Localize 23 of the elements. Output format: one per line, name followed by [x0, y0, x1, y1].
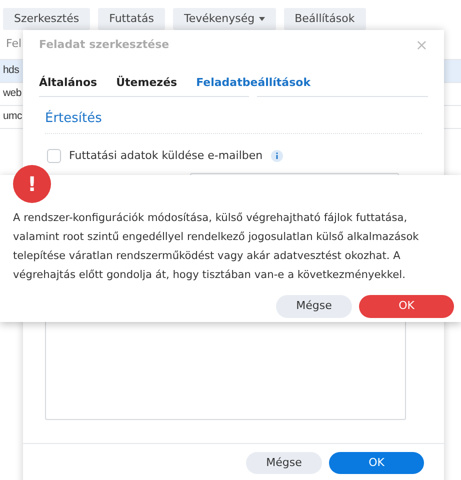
checkbox-label: Futtatási adatok küldése e-mailben: [69, 148, 263, 164]
checkbox[interactable]: [47, 149, 61, 164]
toolbar-button[interactable]: Beállítások: [284, 8, 366, 30]
toolbar-button[interactable]: Futtatás: [98, 8, 165, 30]
alert-icon: !: [13, 165, 51, 203]
tab[interactable]: Feladatbeállítások: [196, 70, 311, 97]
table-cell-text: hds: [3, 63, 20, 78]
column-header: Fel: [6, 36, 22, 52]
tab[interactable]: Ütemezés: [116, 70, 178, 97]
table-cell-text: umc: [3, 109, 22, 124]
info-icon: [270, 150, 283, 162]
toolbar-button[interactable]: Tevékenység: [172, 8, 276, 30]
toolbar-button[interactable]: Szerkesztés: [3, 8, 90, 30]
caret-icon: [258, 17, 265, 21]
section-title: Értesítés: [45, 111, 102, 126]
dialog-title: Feladat szerkesztése: [39, 36, 170, 53]
dialog-button[interactable]: OK: [329, 452, 424, 474]
table-cell-text: web: [3, 86, 22, 102]
dialog-button[interactable]: Mégse: [246, 452, 322, 474]
tab[interactable]: Általános: [39, 70, 98, 97]
alert-button[interactable]: OK: [359, 295, 454, 318]
alert-message: A rendszer-konfigurációk módosítása, külső végrehajtható fájlok futtatása, valamint root szintű engedéllyel rendelkező jogosulatlan külső alkalmazások telepítése váratlan rendszerműködést vagy akár adatvesztést okozhat. A végrehajtás előtt gondolja át, hogy tisztában van-e a következményekkel.: [13, 211, 420, 283]
alert-button[interactable]: Mégse: [276, 295, 352, 318]
